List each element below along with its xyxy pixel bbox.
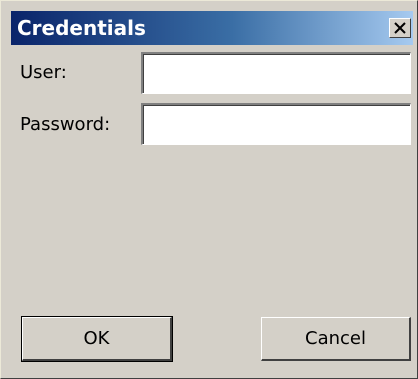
user-input[interactable] [141,52,411,94]
title-bar[interactable]: Credentials [11,11,413,45]
password-label: Password: [20,114,111,135]
user-label: User: [20,62,67,83]
password-input[interactable] [141,103,411,145]
window-title: Credentials [17,16,146,40]
credentials-dialog: Credentials User: Password: OK Cancel [0,0,418,379]
ok-button[interactable]: OK [21,316,173,362]
close-icon [394,22,406,34]
close-button[interactable] [389,18,411,38]
cancel-button[interactable]: Cancel [261,317,411,361]
